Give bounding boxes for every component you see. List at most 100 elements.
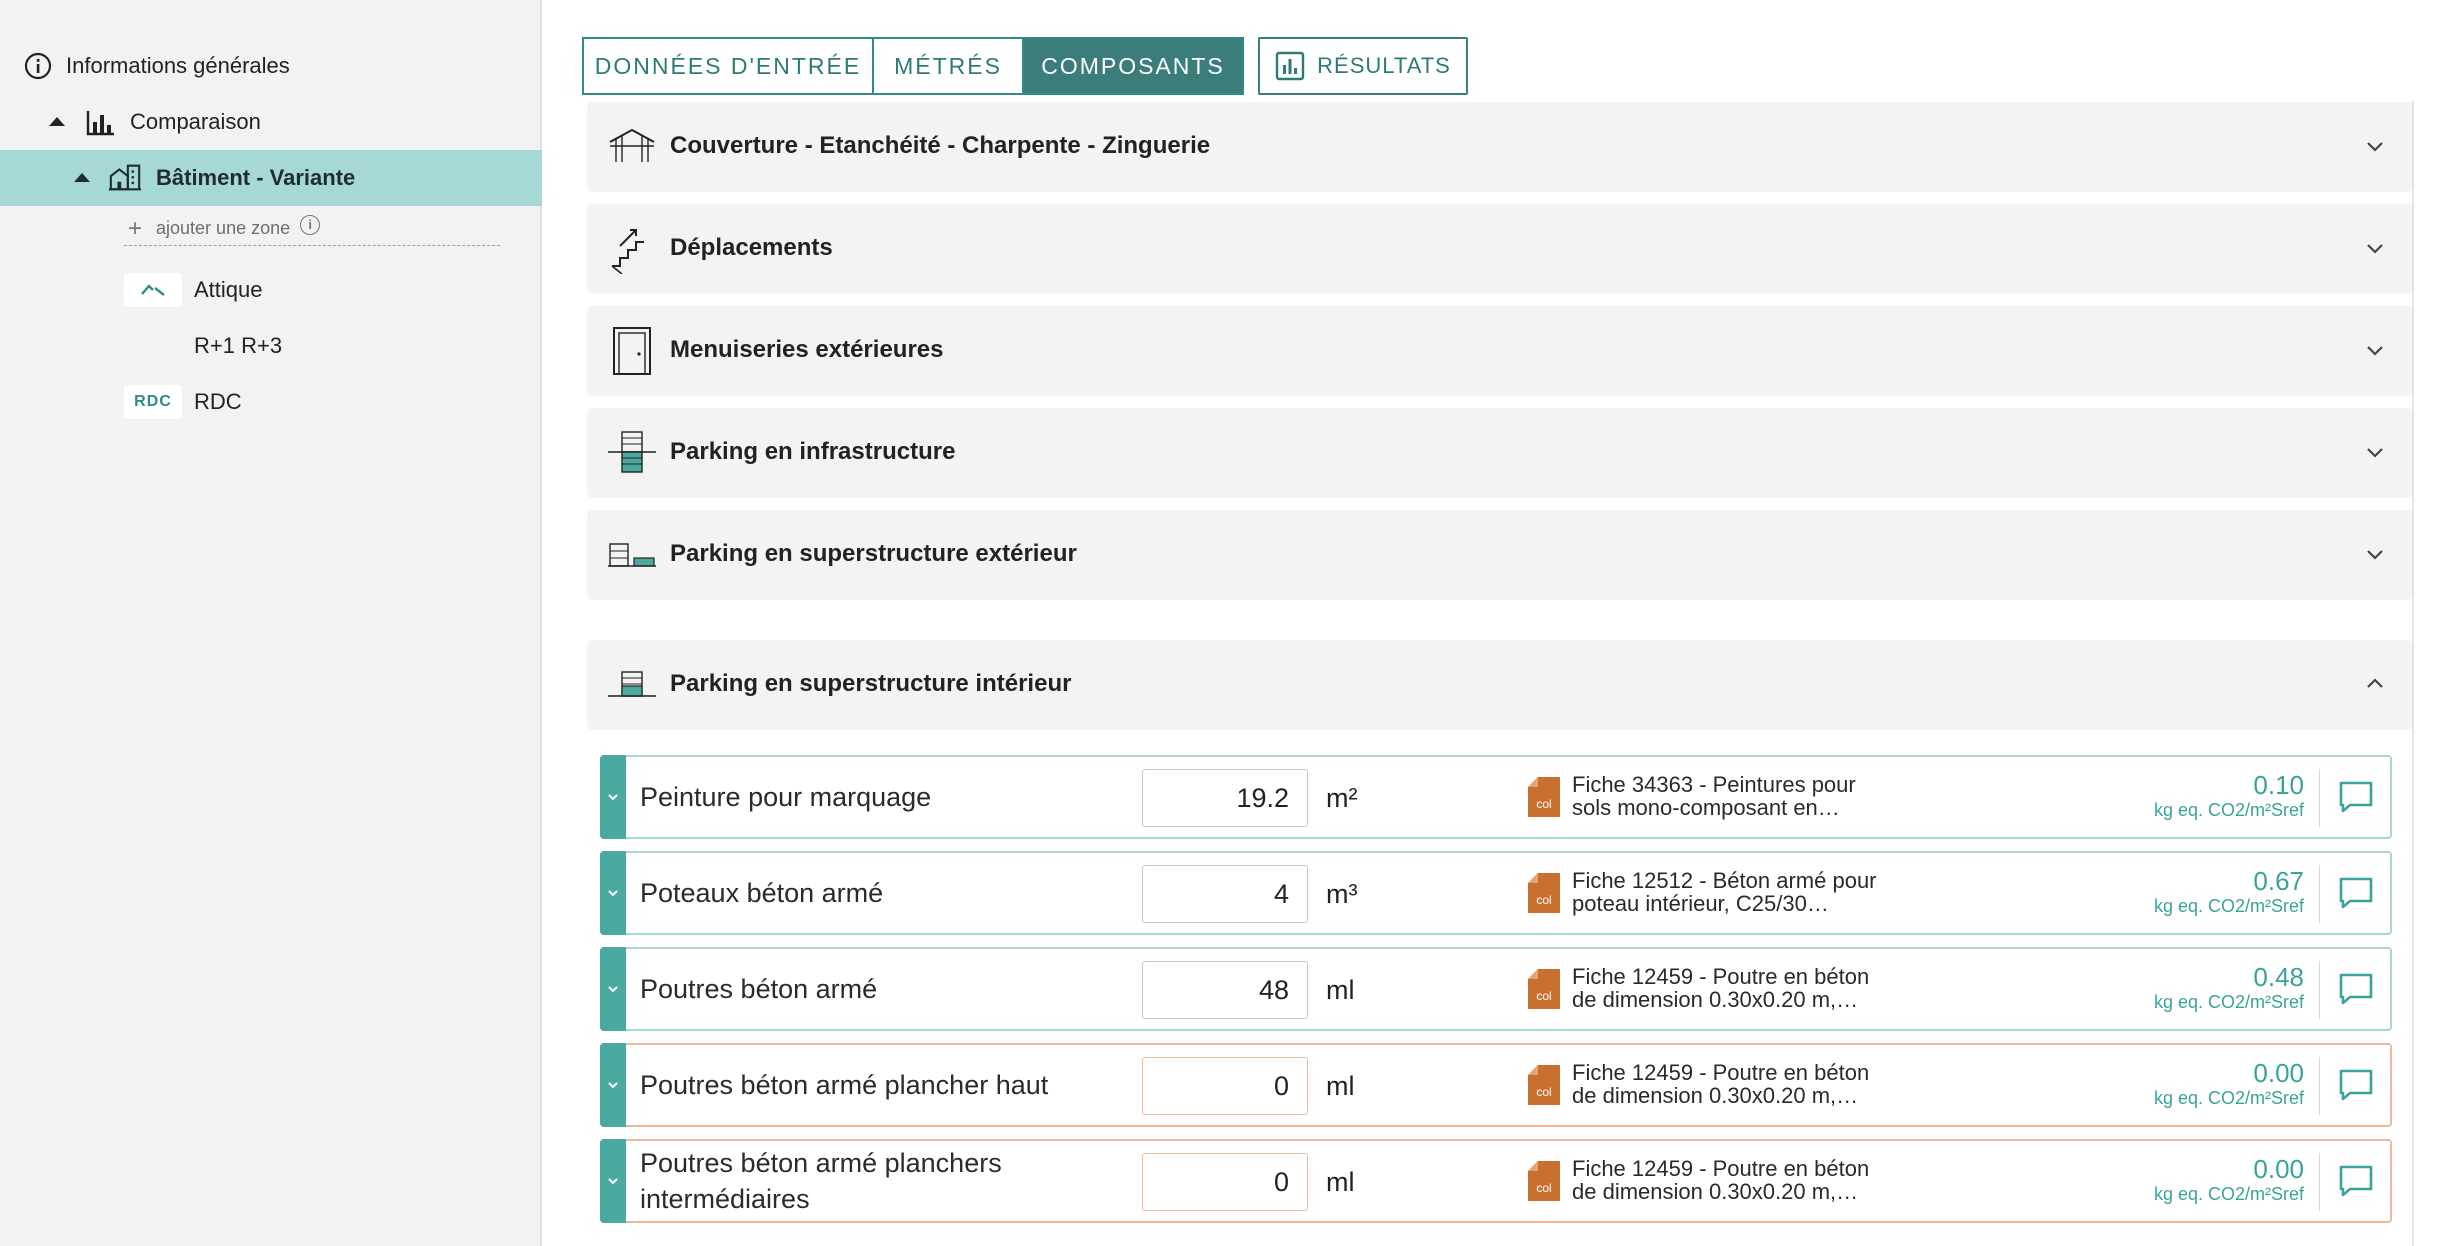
section-title: Déplacements (670, 234, 833, 261)
doc-badge: col (1536, 893, 1551, 907)
results-label: RÉSULTATS (1317, 53, 1451, 78)
scrollbar[interactable] (2412, 100, 2414, 1246)
component-row[interactable]: Peinture pour marquage 19.2 m² col Fiche… (600, 755, 2392, 839)
fiche-line: de dimension 0.30x0.20 m,… (1572, 987, 1859, 1012)
sidebar-item-label: Bâtiment - Variante (156, 165, 356, 190)
impact-unit: kg eq. CO2/m²Sref (2153, 800, 2304, 820)
parking-infrastructure-icon (608, 431, 656, 473)
section-parking-infrastructure[interactable]: Parking en infrastructure (588, 408, 2412, 496)
sidebar-item-building[interactable]: Bâtiment - Variante (0, 150, 542, 206)
impact-value: 0.67 kg eq. CO2/m²Sref (2154, 867, 2304, 917)
section-exterior-joinery[interactable]: Menuiseries extérieures (588, 306, 2412, 394)
expand-row-button[interactable] (600, 851, 626, 935)
document-icon[interactable]: col (1528, 873, 1560, 913)
divider (2318, 865, 2320, 923)
section-displacements[interactable]: Déplacements (588, 204, 2412, 292)
component-row[interactable]: Poutres béton armé planchers intermédiair… (600, 1139, 2392, 1223)
sidebar-item-label: Informations générales (66, 53, 290, 78)
quantity-input[interactable]: 0 (1142, 1057, 1308, 1115)
fiche-link[interactable]: Fiche 12512 - Béton armé pour poteau inté… (1572, 869, 1912, 915)
sidebar-zone-attique[interactable]: Attique (0, 262, 542, 318)
component-row[interactable]: Poutres béton armé 48 ml col Fiche 12459… (600, 947, 2392, 1031)
sidebar-item-comparison[interactable]: Comparaison (0, 94, 542, 150)
impact-unit: kg eq. CO2/m²Sref (2153, 1088, 2304, 1108)
impact-value: 0.00 kg eq. CO2/m²Sref (2154, 1155, 2304, 1205)
expand-row-button[interactable] (600, 947, 626, 1031)
quantity-input[interactable]: 48 (1142, 961, 1308, 1019)
expand-row-button[interactable] (600, 1043, 626, 1127)
section-title: Parking en infrastructure (670, 438, 956, 465)
chevron-down-icon (608, 1082, 618, 1089)
caret-up-icon[interactable] (49, 117, 65, 126)
tab-metres[interactable]: MÉTRÉS (872, 37, 1024, 95)
section-title: Parking en superstructure extérieur (670, 540, 1077, 567)
comment-icon[interactable] (2336, 777, 2376, 817)
document-icon[interactable]: col (1528, 969, 1560, 1009)
document-icon[interactable]: col (1528, 777, 1560, 817)
divider (2318, 1153, 2320, 1211)
fiche-line: de dimension 0.30x0.20 m,… (1572, 1179, 1859, 1204)
caret-up-icon[interactable] (74, 173, 90, 182)
parking-interior-icon (608, 671, 656, 697)
comment-icon[interactable] (2336, 1161, 2376, 1201)
comment-icon[interactable] (2336, 969, 2376, 1009)
comment-icon[interactable] (2336, 873, 2376, 913)
component-row[interactable]: Poutres béton armé plancher haut 0 ml co… (600, 1043, 2392, 1127)
unit-label: ml (1326, 1071, 1355, 1101)
fiche-link[interactable]: Fiche 12459 - Poutre en béton de dimensio… (1572, 965, 1912, 1011)
chevron-up-icon[interactable] (2364, 673, 2386, 695)
impact-unit: kg eq. CO2/m²Sref (2153, 1184, 2304, 1204)
impact-value: 0.48 kg eq. CO2/m²Sref (2154, 963, 2304, 1013)
impact-value: 0.10 kg eq. CO2/m²Sref (2154, 771, 2304, 821)
expand-row-button[interactable] (600, 1139, 626, 1223)
expand-row-button[interactable] (600, 755, 626, 839)
chevron-down-icon[interactable] (2364, 543, 2386, 565)
sidebar-zone-r1-r3[interactable]: R+1 R+3 (0, 318, 542, 374)
parking-exterior-icon (608, 543, 656, 567)
chevron-down-icon[interactable] (2364, 237, 2386, 259)
sidebar-zone-rdc[interactable]: RDC RDC (0, 374, 542, 430)
quantity-input[interactable]: 19.2 (1142, 769, 1308, 827)
zone-label: R+1 R+3 (194, 333, 283, 358)
info-icon[interactable]: i (300, 214, 321, 235)
chevron-down-icon (608, 890, 618, 897)
chevron-down-icon[interactable] (2364, 135, 2386, 157)
chevron-down-icon (608, 794, 618, 801)
comment-icon[interactable] (2336, 1065, 2376, 1105)
document-icon[interactable]: col (1528, 1161, 1560, 1201)
impact-unit: kg eq. CO2/m²Sref (2153, 896, 2304, 916)
fiche-line: sols mono-composant en… (1572, 795, 1840, 820)
impact-value: 0.00 kg eq. CO2/m²Sref (2154, 1059, 2304, 1109)
zone-label: Attique (194, 277, 263, 302)
tab-components[interactable]: COMPOSANTS (1022, 37, 1244, 95)
impact-number: 0.10 (2253, 770, 2304, 800)
door-icon (613, 327, 651, 375)
section-roofing[interactable]: Couverture - Etanchéité - Charpente - Zi… (588, 102, 2412, 190)
section-parking-exterior[interactable]: Parking en superstructure extérieur (588, 510, 2412, 598)
fiche-line: poteau intérieur, C25/30… (1572, 891, 1829, 916)
chevron-down-icon[interactable] (2364, 441, 2386, 463)
quantity-input[interactable]: 4 (1142, 865, 1308, 923)
section-parking-interior[interactable]: Parking en superstructure intérieur (588, 640, 2412, 728)
fiche-link[interactable]: Fiche 12459 - Poutre en béton de dimensio… (1572, 1061, 1912, 1107)
tab-input-data[interactable]: DONNÉES D'ENTRÉE (582, 37, 874, 95)
fiche-line: Fiche 34363 - Peintures pour (1572, 772, 1856, 797)
results-button[interactable]: RÉSULTATS (1258, 37, 1468, 95)
roof-icon (609, 128, 655, 162)
fiche-line: Fiche 12459 - Poutre en béton (1572, 1156, 1870, 1181)
sidebar-item-general-info[interactable]: Informations générales (0, 38, 542, 94)
unit-label: m³ (1326, 879, 1358, 909)
fiche-link[interactable]: Fiche 12459 - Poutre en béton de dimensio… (1572, 1157, 1912, 1203)
zone-badge: RDC (124, 385, 182, 419)
add-zone-button[interactable]: + ajouter une zone i (124, 212, 500, 246)
fiche-link[interactable]: Fiche 34363 - Peintures pour sols mono-co… (1572, 773, 1912, 819)
unit-label: ml (1326, 1167, 1355, 1197)
quantity-input[interactable]: 0 (1142, 1153, 1308, 1211)
doc-badge: col (1536, 1085, 1551, 1099)
chevron-down-icon[interactable] (2364, 339, 2386, 361)
building-icon (108, 164, 142, 191)
component-row[interactable]: Poteaux béton armé 4 m³ col Fiche 12512 … (600, 851, 2392, 935)
document-icon[interactable]: col (1528, 1065, 1560, 1105)
section-title: Menuiseries extérieures (670, 336, 944, 363)
sidebar: Informations générales Comparaison Bâtim… (0, 0, 542, 1246)
